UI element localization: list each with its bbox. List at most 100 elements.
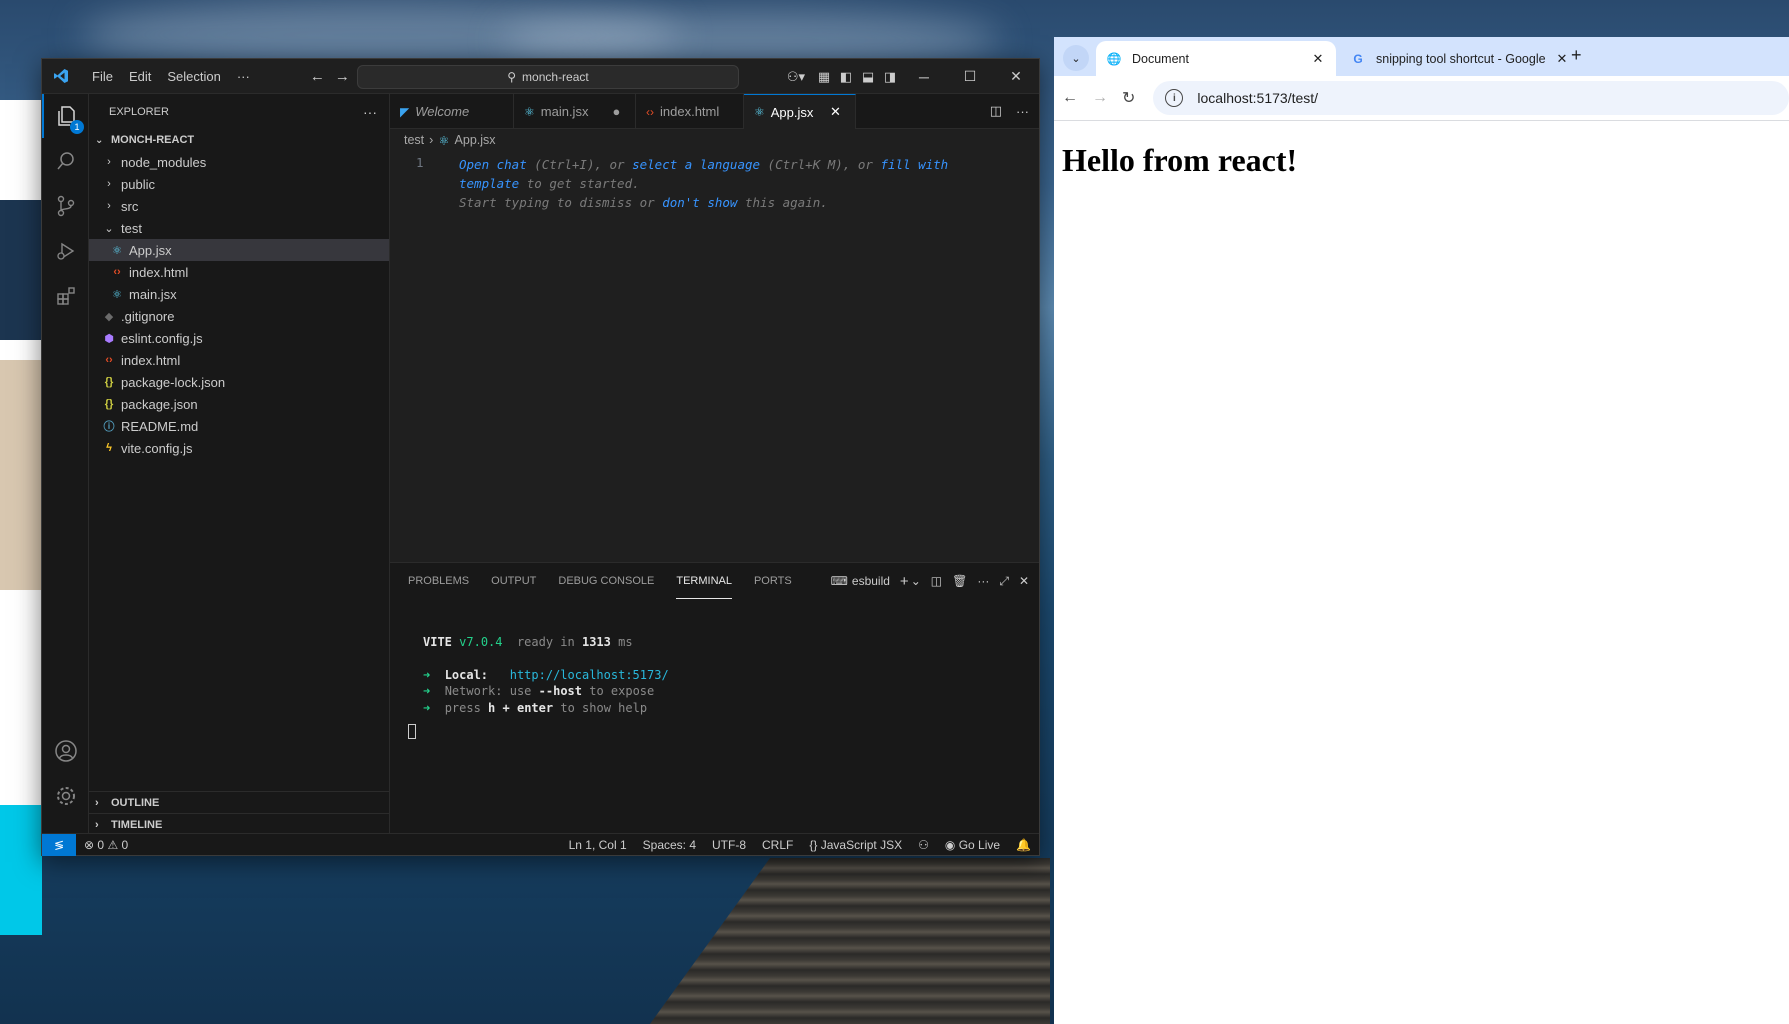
breadcrumb-file[interactable]: App.jsx: [455, 133, 496, 147]
tab-terminal[interactable]: TERMINAL: [676, 563, 732, 599]
code-editor[interactable]: 1 Open chat (Ctrl+I), or select a langua…: [390, 151, 1039, 562]
breadcrumb-folder[interactable]: test: [404, 133, 424, 147]
file-item[interactable]: ‹› index.html: [89, 349, 389, 371]
terminal-output[interactable]: VITE v7.0.4 ready in 1313 ms ➜ Local: ht…: [390, 599, 1039, 744]
file-item[interactable]: {} package-lock.json: [89, 371, 389, 393]
close-tab-icon[interactable]: ✕: [1554, 51, 1570, 67]
problems-status[interactable]: ⊗ 0 ⚠ 0: [76, 838, 136, 852]
search-activity[interactable]: [42, 139, 89, 183]
address-bar[interactable]: i localhost:5173/test/: [1153, 81, 1789, 115]
select-language-link[interactable]: select a language: [632, 157, 760, 172]
folder-item[interactable]: › src: [89, 195, 389, 217]
back-arrow-icon[interactable]: ←: [310, 68, 325, 85]
line-number: 1: [416, 155, 424, 170]
timeline-section[interactable]: › TIMELINE: [89, 813, 389, 835]
new-terminal-icon[interactable]: +: [900, 573, 909, 590]
folder-item[interactable]: › node_modules: [89, 151, 389, 173]
file-item[interactable]: ‹› index.html: [89, 261, 389, 283]
file-item[interactable]: ⬢ eslint.config.js: [89, 327, 389, 349]
menu-edit[interactable]: Edit: [121, 59, 159, 94]
template-link[interactable]: template: [459, 176, 519, 191]
bell-icon[interactable]: 🔔: [1008, 838, 1039, 852]
tab-output[interactable]: OUTPUT: [491, 563, 536, 599]
file-item[interactable]: {} package.json: [89, 393, 389, 415]
toggle-panel-icon[interactable]: ⬓: [857, 66, 879, 88]
layout-customize-icon[interactable]: ▦: [813, 66, 835, 88]
tab-debug-console[interactable]: DEBUG CONSOLE: [558, 563, 654, 599]
file-item[interactable]: ϟ vite.config.js: [89, 437, 389, 459]
command-center-search[interactable]: ⚲ monch-react: [357, 65, 739, 89]
reload-icon[interactable]: ↻: [1122, 88, 1135, 108]
toggle-primary-sidebar-icon[interactable]: ◧: [835, 66, 857, 88]
trash-icon[interactable]: 🗑: [952, 574, 967, 588]
toggle-secondary-sidebar-icon[interactable]: ◨: [879, 66, 901, 88]
tab-problems[interactable]: PROBLEMS: [408, 563, 469, 599]
go-live-button[interactable]: ◉ Go Live: [937, 838, 1008, 852]
file-item[interactable]: ◆ .gitignore: [89, 305, 389, 327]
site-info-icon[interactable]: i: [1165, 89, 1184, 107]
file-item[interactable]: ⚛ App.jsx: [89, 239, 389, 261]
menu-selection[interactable]: Selection: [159, 59, 228, 94]
fill-with-link[interactable]: fill with: [880, 157, 948, 172]
chevron-down-icon[interactable]: ⌄: [911, 574, 921, 588]
source-control-activity[interactable]: [42, 184, 89, 228]
file-item[interactable]: ⚛ main.jsx: [89, 283, 389, 305]
more-actions-icon[interactable]: ···: [1016, 104, 1029, 119]
menu-file[interactable]: File: [84, 59, 121, 94]
terminal-line: ➜ Local: http://localhost:5173/: [423, 667, 1039, 684]
explorer-sidebar: EXPLORER ··· ⌄ MONCH-REACT › node_modules…: [89, 94, 390, 835]
tab-label: index.html: [660, 104, 720, 119]
maximize-panel-icon[interactable]: ⤢: [999, 574, 1009, 589]
open-chat-link[interactable]: Open chat: [459, 157, 527, 172]
end-of-line[interactable]: CRLF: [754, 838, 801, 852]
terminal-name[interactable]: esbuild: [852, 574, 890, 588]
split-editor-icon[interactable]: ◫: [990, 103, 1002, 119]
folder-item[interactable]: › public: [89, 173, 389, 195]
run-debug-activity[interactable]: [42, 229, 89, 273]
accounts-activity[interactable]: [42, 729, 89, 773]
tab-index-html[interactable]: ‹› index.html: [636, 94, 744, 129]
project-root[interactable]: ⌄ MONCH-REACT: [89, 129, 389, 151]
explorer-activity[interactable]: 1: [42, 94, 89, 138]
forward-arrow-icon[interactable]: →: [1092, 89, 1108, 107]
close-panel-icon[interactable]: ✕: [1019, 574, 1029, 588]
dont-show-link[interactable]: don't show: [662, 195, 737, 210]
manage-activity[interactable]: [42, 774, 89, 818]
close-tab-icon[interactable]: ✕: [827, 104, 843, 120]
minimize-button[interactable]: ─: [901, 59, 947, 94]
split-terminal-icon[interactable]: ◫: [931, 574, 942, 588]
indentation[interactable]: Spaces: 4: [635, 838, 704, 852]
browser-tab-google[interactable]: G snipping tool shortcut - Google ✕: [1340, 41, 1580, 76]
html-icon: ‹›: [646, 104, 654, 119]
tab-main-jsx[interactable]: ⚛ main.jsx ●: [514, 94, 636, 129]
extensions-activity[interactable]: [42, 274, 89, 318]
more-actions-icon[interactable]: ···: [977, 574, 989, 588]
close-window-button[interactable]: ✕: [993, 59, 1039, 94]
remote-indicator-icon[interactable]: ≶: [42, 833, 76, 856]
copilot-status-icon[interactable]: ⚇: [910, 838, 937, 852]
json-icon: {}: [104, 398, 114, 410]
copilot-icon[interactable]: ⚇▾: [779, 66, 813, 88]
browser-tab-document[interactable]: 🌐 Document ✕: [1096, 41, 1336, 76]
file-item[interactable]: ⓘ README.md: [89, 415, 389, 437]
encoding[interactable]: UTF-8: [704, 838, 754, 852]
tab-search-icon[interactable]: ⌄: [1063, 45, 1089, 71]
forward-arrow-icon[interactable]: →: [335, 68, 350, 85]
folder-item[interactable]: ⌄ test: [89, 217, 389, 239]
cursor-position[interactable]: Ln 1, Col 1: [561, 838, 635, 852]
tab-welcome[interactable]: ◤ Welcome: [390, 94, 514, 129]
outline-section[interactable]: › OUTLINE: [89, 791, 389, 813]
new-tab-icon[interactable]: +: [1571, 45, 1582, 66]
terminal-cursor: [408, 724, 416, 739]
menu-more[interactable]: ···: [229, 59, 258, 94]
network-label: Network:: [444, 684, 503, 698]
maximize-button[interactable]: ☐: [947, 59, 993, 94]
tab-app-jsx[interactable]: ⚛ App.jsx ✕: [744, 94, 856, 129]
back-arrow-icon[interactable]: ←: [1062, 89, 1078, 107]
local-url-link[interactable]: http://localhost:5173/: [510, 668, 669, 682]
explorer-more-icon[interactable]: ···: [363, 104, 377, 120]
unsaved-dot-icon[interactable]: ●: [608, 104, 624, 119]
close-tab-icon[interactable]: ✕: [1310, 51, 1326, 67]
tab-ports[interactable]: PORTS: [754, 563, 792, 599]
language-mode[interactable]: {} JavaScript JSX: [801, 838, 910, 852]
